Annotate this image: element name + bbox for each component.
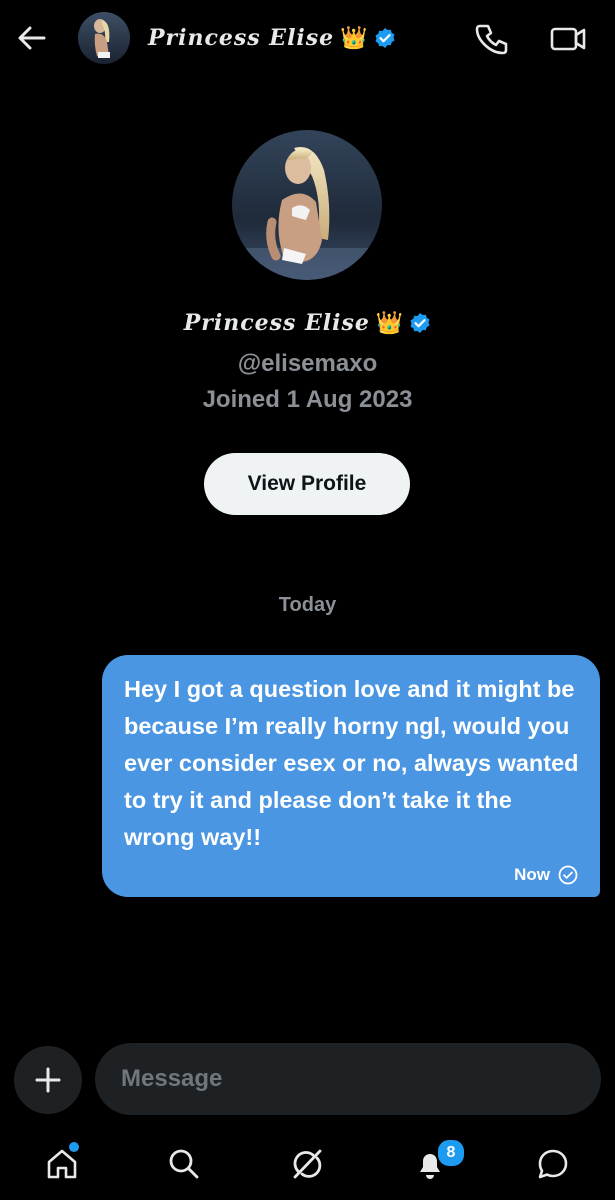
grok-icon[interactable] (285, 1142, 329, 1186)
header-avatar[interactable] (78, 12, 130, 64)
notifications-badge: 8 (436, 1138, 466, 1168)
profile-avatar[interactable] (232, 130, 382, 280)
back-arrow-icon[interactable] (14, 20, 50, 56)
verified-icon (409, 312, 431, 334)
plus-icon (35, 1067, 61, 1093)
message-meta: Now (514, 865, 578, 885)
sent-check-icon (558, 865, 578, 885)
message-time: Now (514, 865, 550, 884)
date-divider: Today (278, 594, 337, 616)
message-text: Hey I got a question love and it might b… (124, 676, 579, 850)
crown-emoji: 👑 (340, 25, 368, 50)
view-profile-button[interactable]: View Profile (204, 453, 410, 515)
messages-icon[interactable] (531, 1142, 575, 1186)
home-unread-dot (69, 1142, 79, 1152)
bottom-navigation: 8 (0, 1128, 615, 1200)
profile-handle: @elisemaxo (237, 350, 378, 377)
profile-joined-date: Joined 1 Aug 2023 (202, 386, 413, 413)
header-title[interactable]: Princess Elise 👑 (148, 22, 396, 54)
crown-emoji: 👑 (375, 310, 404, 335)
outgoing-message-bubble[interactable]: Hey I got a question love and it might b… (102, 655, 600, 897)
conversation-header: Princess Elise 👑 (0, 0, 615, 76)
header-name: Princess Elise (148, 25, 335, 51)
video-camera-icon[interactable] (548, 20, 588, 58)
profile-name: Princess Elise (183, 310, 370, 336)
phone-icon[interactable] (472, 20, 510, 58)
verified-icon (374, 27, 396, 49)
message-input[interactable] (95, 1043, 601, 1115)
profile-name-row: Princess Elise 👑 (0, 310, 615, 336)
search-icon[interactable] (162, 1142, 206, 1186)
add-attachment-button[interactable] (14, 1046, 82, 1114)
